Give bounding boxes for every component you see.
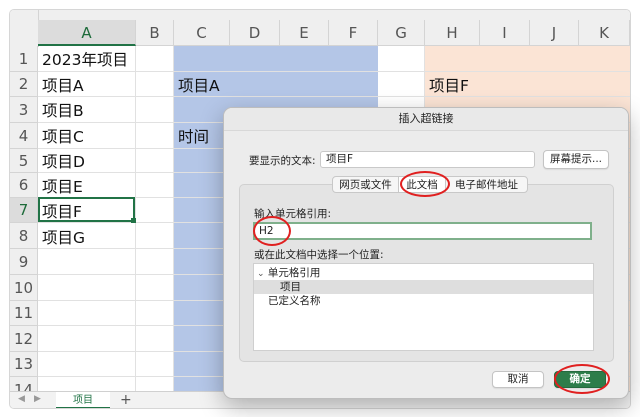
location-label: 或在此文档中选择一个位置: bbox=[254, 249, 384, 261]
row-header-7[interactable]: 7 bbox=[10, 198, 38, 223]
document-location-list[interactable]: ⌄ 单元格引用 项目 已定义名称 bbox=[253, 263, 594, 351]
column-header-h[interactable]: H bbox=[425, 20, 480, 46]
cell-reference-label: 输入单元格引用: bbox=[254, 208, 332, 220]
row-header-9[interactable]: 9 bbox=[10, 249, 38, 275]
screen-tip-button[interactable]: 屏幕提示... bbox=[543, 150, 609, 169]
cell-a6[interactable]: 项目E bbox=[42, 175, 83, 197]
select-all-corner[interactable] bbox=[10, 10, 39, 47]
column-header-e[interactable]: E bbox=[280, 20, 329, 46]
cell-a3[interactable]: 项目B bbox=[42, 99, 84, 121]
insert-hyperlink-dialog: 插入超链接 要显示的文本: 项目F 屏幕提示... 网页或文件 此文档 电子邮件… bbox=[223, 107, 629, 399]
cell-a4[interactable]: 项目C bbox=[42, 125, 84, 147]
fill-handle[interactable] bbox=[131, 218, 136, 223]
display-text-field[interactable]: 项目F bbox=[320, 151, 535, 168]
column-header-j[interactable]: J bbox=[530, 20, 579, 46]
tree-item-defined-names[interactable]: 已定义名称 bbox=[254, 294, 593, 308]
display-text-label: 要显示的文本: bbox=[249, 155, 316, 167]
add-sheet-button[interactable]: + bbox=[120, 392, 132, 408]
cell-a8[interactable]: 项目G bbox=[42, 226, 85, 248]
cancel-button[interactable]: 取消 bbox=[492, 371, 544, 388]
cell-a2[interactable]: 项目A bbox=[42, 74, 84, 96]
column-header-a[interactable]: A bbox=[38, 20, 136, 46]
gridline bbox=[38, 71, 630, 72]
column-header-strip bbox=[10, 10, 630, 20]
row-header-13[interactable]: 13 bbox=[10, 352, 38, 377]
cell-h2[interactable]: 项目F bbox=[429, 74, 469, 96]
next-sheet-icon[interactable]: ▶ bbox=[34, 394, 41, 404]
column-header-d[interactable]: D bbox=[230, 20, 280, 46]
ok-button[interactable]: 确定 bbox=[554, 371, 606, 388]
column-header-c[interactable]: C bbox=[174, 20, 230, 46]
row-header-11[interactable]: 11 bbox=[10, 301, 38, 326]
column-header-k[interactable]: K bbox=[579, 20, 630, 46]
row-header-8[interactable]: 8 bbox=[10, 223, 38, 249]
tab-email-address[interactable]: 电子邮件地址 bbox=[445, 176, 528, 193]
tab-web-or-file[interactable]: 网页或文件 bbox=[332, 176, 399, 193]
chevron-down-icon: ⌄ bbox=[257, 269, 265, 279]
cell-a1[interactable]: 2023年项目 bbox=[42, 48, 128, 70]
column-header-b[interactable]: B bbox=[136, 20, 174, 46]
row-header-10[interactable]: 10 bbox=[10, 275, 38, 301]
column-header-i[interactable]: I bbox=[480, 20, 530, 46]
column-header-f[interactable]: F bbox=[329, 20, 378, 46]
cell-reference-input[interactable]: H2 bbox=[253, 222, 592, 240]
row-header-3[interactable]: 3 bbox=[10, 97, 38, 123]
row-header-5[interactable]: 5 bbox=[10, 149, 38, 173]
row-header-1[interactable]: 1 bbox=[10, 46, 38, 72]
tree-item-label: 单元格引用 bbox=[267, 267, 321, 279]
cell-c4[interactable]: 时间 bbox=[178, 125, 209, 147]
cell-a5[interactable]: 项目D bbox=[42, 150, 85, 172]
gridline bbox=[38, 96, 630, 97]
column-header-g[interactable]: G bbox=[378, 20, 425, 46]
prev-sheet-icon[interactable]: ◀ bbox=[18, 394, 25, 404]
gridline bbox=[173, 46, 174, 391]
cell-c2[interactable]: 项目A bbox=[178, 74, 220, 96]
active-cell-selection[interactable] bbox=[38, 197, 135, 222]
sheet-tab[interactable]: 项目 bbox=[56, 392, 110, 408]
row-header-12[interactable]: 12 bbox=[10, 326, 38, 352]
row-header-2[interactable]: 2 bbox=[10, 72, 38, 97]
dialog-title: 插入超链接 bbox=[224, 108, 628, 131]
row-header-6[interactable]: 6 bbox=[10, 173, 38, 198]
tree-item-cell-references[interactable]: ⌄ 单元格引用 bbox=[254, 266, 593, 280]
tree-item-sheet[interactable]: 项目 bbox=[254, 280, 593, 294]
row-header-4[interactable]: 4 bbox=[10, 123, 38, 149]
tab-this-document[interactable]: 此文档 bbox=[398, 176, 446, 193]
